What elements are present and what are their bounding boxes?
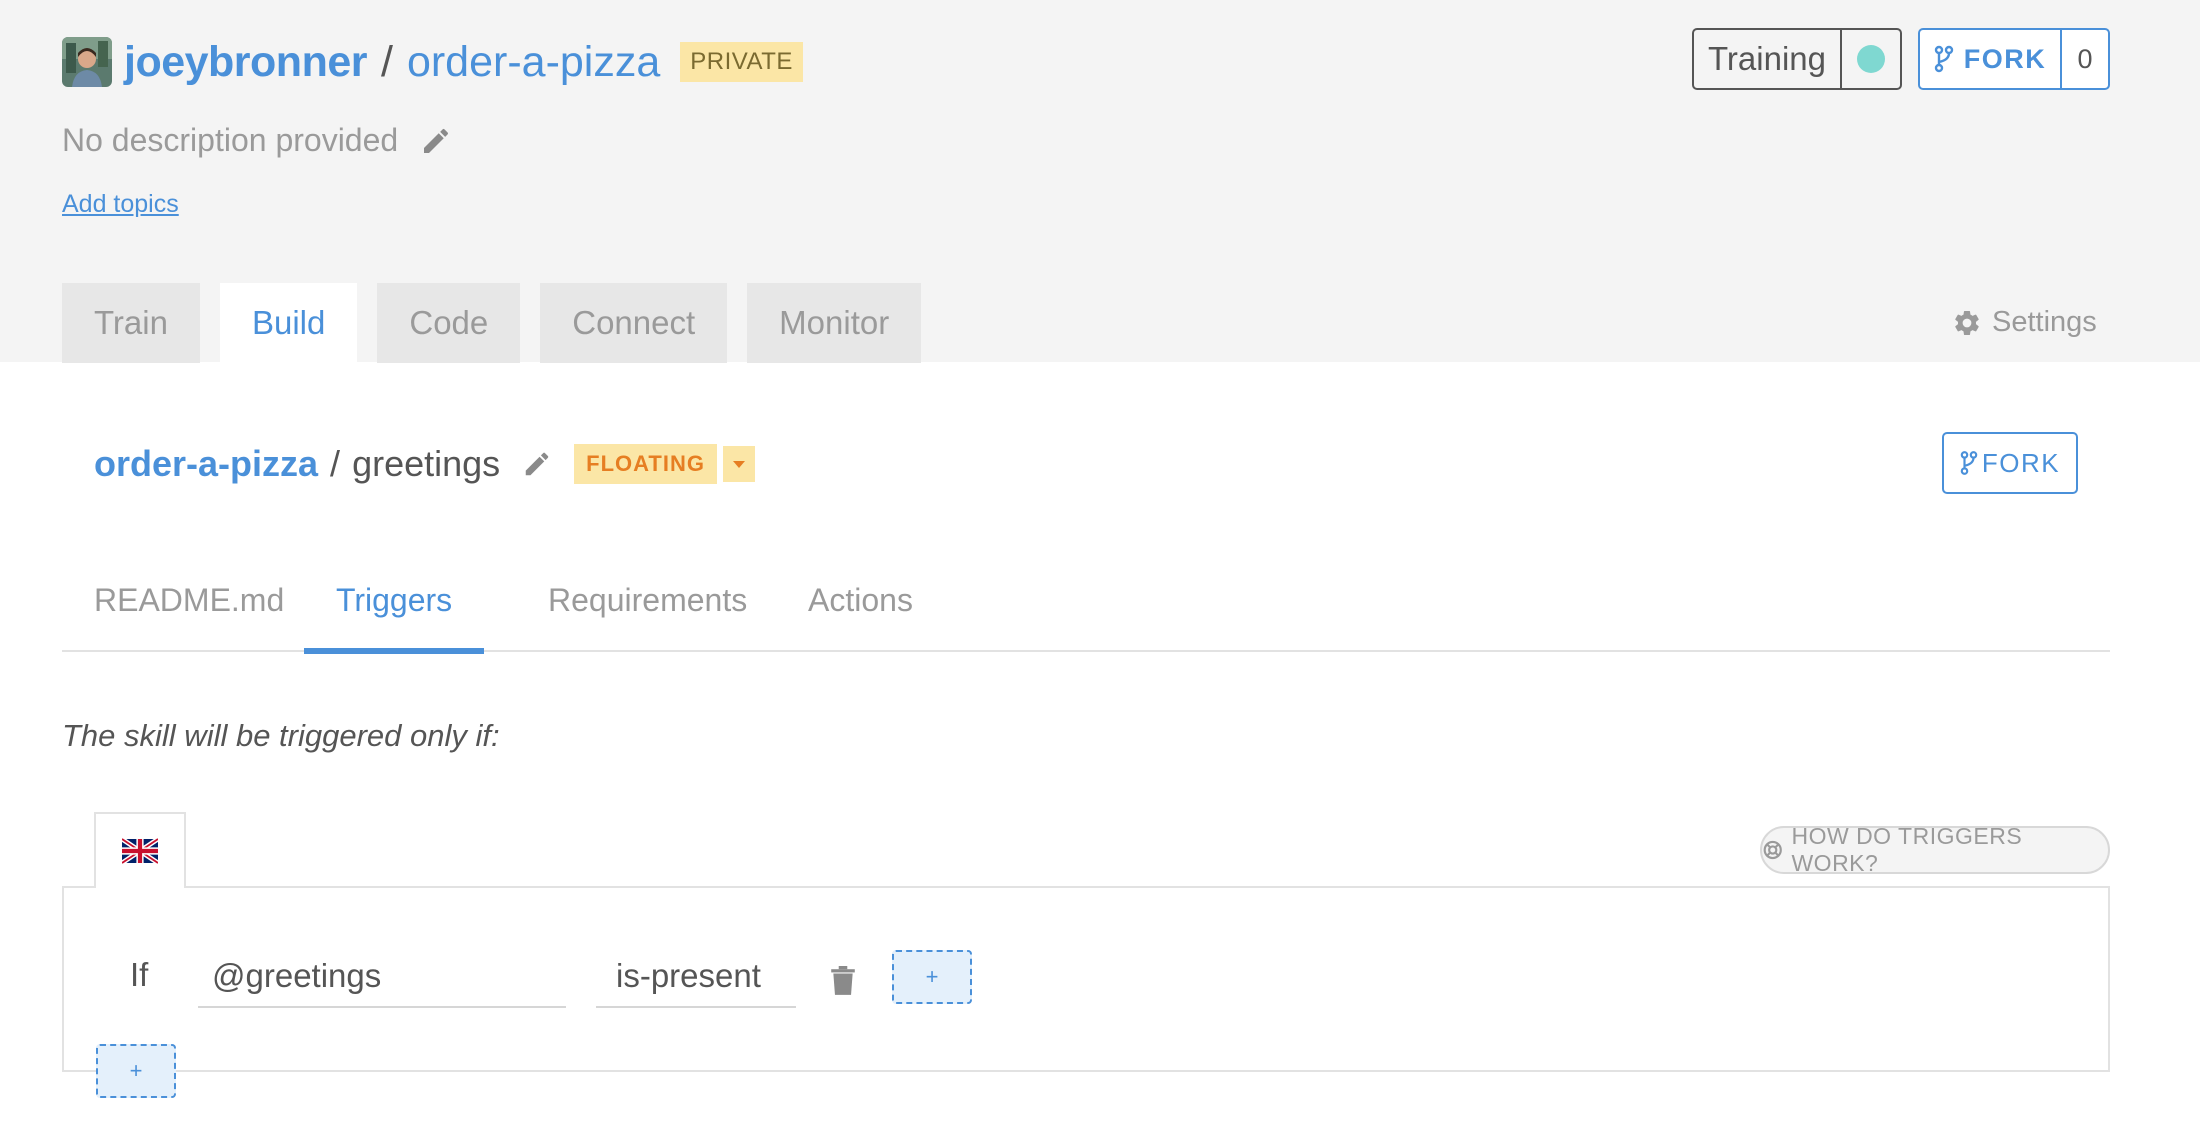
trigger-conditions-panel: If is-present + [62,886,2110,1072]
fork-icon [1960,451,1978,475]
repo-name-link[interactable]: order-a-pizza [407,38,660,87]
tab-connect[interactable]: Connect [540,283,728,363]
fork-count[interactable]: 0 [2062,30,2108,88]
tab-actions[interactable]: Actions [776,548,945,652]
skill-version-dropdown[interactable] [722,446,755,482]
skill-sub-tabs: README.md Triggers Requirements Actions [62,548,2110,654]
lifebuoy-icon [1763,840,1782,860]
edit-description-pencil-icon[interactable] [420,125,452,157]
repo-title: joeybronner / order-a-pizza PRIVATE [62,36,803,88]
tab-monitor[interactable]: Monitor [747,283,922,363]
trigger-note: The skill will be triggered only if: [62,718,500,753]
skill-fork-label: FORK [1981,447,2061,478]
fork-icon [1934,45,1953,73]
repo-owner-link[interactable]: joeybronner [124,38,368,87]
how-triggers-work-button[interactable]: HOW DO TRIGGERS WORK? [1760,823,2110,876]
description-row: No description provided [62,122,452,159]
training-status[interactable] [1842,30,1900,88]
repo-fork-button[interactable]: FORK 0 [1918,28,2110,90]
repo-fork-label: FORK [1963,43,2047,74]
gear-icon [1955,310,1979,335]
skill-name: greetings [352,443,501,484]
repo-description: No description provided [62,122,399,158]
settings-label: Settings [1992,306,2097,338]
skill-repo-link[interactable]: order-a-pizza [94,443,318,485]
caret-down-icon [732,460,745,468]
tab-train[interactable]: Train [62,283,200,363]
skill-title: order-a-pizza / greetings FLOATING [94,436,755,492]
tab-code[interactable]: Code [377,283,521,363]
tab-triggers[interactable]: Triggers [304,548,485,654]
visibility-badge: PRIVATE [680,42,803,82]
add-condition-button[interactable]: + [892,950,972,1004]
uk-flag-icon [122,838,158,864]
skill-separator: / [330,443,341,484]
add-trigger-button[interactable]: + [96,1044,176,1098]
tab-build[interactable]: Build [219,283,358,363]
tab-readme[interactable]: README.md [62,548,316,652]
avatar[interactable] [62,37,112,87]
entity-input[interactable] [198,946,566,1008]
skill-fork-button[interactable]: FORK [1942,432,2078,494]
condition-operator-select[interactable]: is-present [596,946,796,1008]
training-label[interactable]: Training [1694,30,1842,88]
if-label: If [130,956,149,993]
repo-header: joeybronner / order-a-pizza PRIVATE No d… [0,0,2200,363]
how-triggers-work-label: HOW DO TRIGGERS WORK? [1791,823,2023,876]
training-status-dot [1857,45,1885,73]
tab-requirements[interactable]: Requirements [516,548,779,652]
settings-link[interactable]: Settings [1952,306,2097,339]
training-toggle[interactable]: Training [1692,28,1902,90]
repo-separator: / [381,37,393,86]
trash-icon[interactable] [830,966,856,996]
skill-status-badge: FLOATING [574,444,717,484]
main-tabs: Train Build Code Connect Monitor [62,283,922,363]
language-tab-english[interactable] [94,812,186,888]
add-topics-link[interactable]: Add topics [62,190,179,219]
edit-skill-pencil-icon[interactable] [522,449,552,479]
repo-fork-label-area[interactable]: FORK [1920,30,2062,88]
